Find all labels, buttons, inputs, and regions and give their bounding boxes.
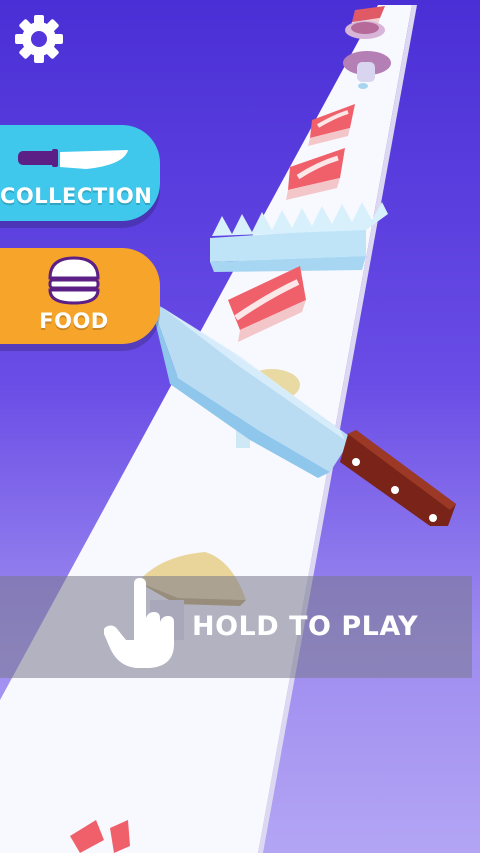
gear-icon [15, 15, 63, 63]
hold-to-play-banner[interactable]: HOLD TO PLAY [0, 576, 472, 678]
hold-to-play-text: HOLD TO PLAY [192, 611, 419, 642]
settings-button[interactable] [12, 12, 66, 66]
collection-button[interactable]: COLLECTION [0, 125, 160, 221]
tap-hand-icon [104, 578, 174, 668]
food-label: FOOD [39, 309, 109, 333]
burger-icon [48, 256, 100, 305]
collection-label: COLLECTION [0, 184, 153, 208]
kitchen-knife-icon [18, 149, 128, 169]
food-button[interactable]: FOOD [0, 248, 160, 344]
far-onion-item [345, 21, 385, 39]
